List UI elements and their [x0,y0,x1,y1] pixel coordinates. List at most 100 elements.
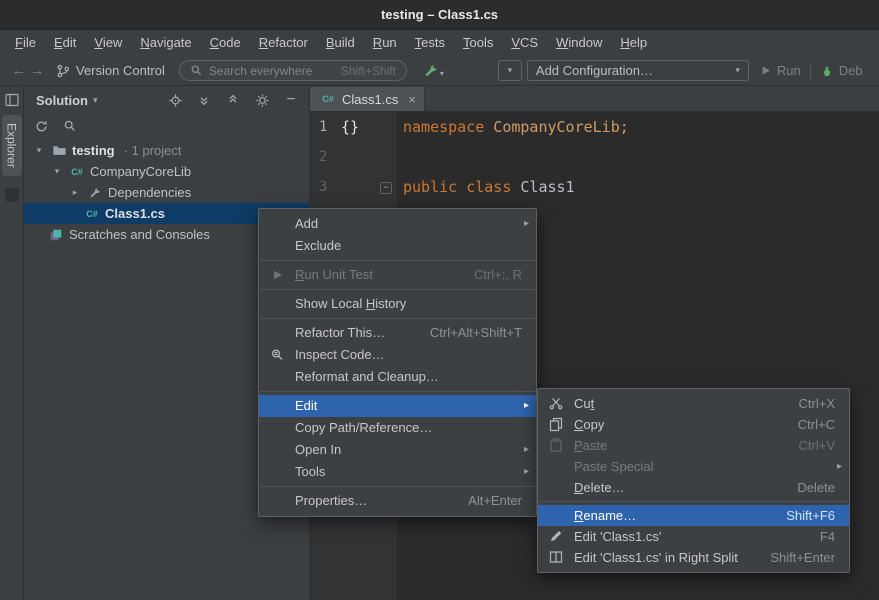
search-everywhere[interactable]: Search everywhere Shift+Shift [179,60,407,81]
namespace-token: CompanyCoreLib; [484,118,629,136]
search-icon[interactable] [63,119,77,133]
copy-icon [548,416,564,432]
project-count: · 1 project [124,143,182,158]
version-control-widget[interactable]: Version Control [56,63,165,78]
menu-item-label: Add [295,216,318,231]
project-name: CompanyCoreLib [90,164,191,179]
menu-navigate[interactable]: Navigate [131,30,200,56]
main-toolbar: ← → Version Control Search everywhere Sh… [0,56,879,86]
file-name: Class1.cs [105,206,165,221]
tree-item-solution[interactable]: ▾ testing · 1 project [24,140,309,161]
menu-refactor[interactable]: Refactor [250,30,317,56]
menu-help[interactable]: Help [611,30,656,56]
add-configuration-select[interactable]: Add Configuration… ▾ [527,60,749,81]
menu-item-copy[interactable]: Copy Ctrl+C [538,414,849,435]
menu-item-show-local-history[interactable]: Show Local History [259,293,536,315]
menu-item-exclude[interactable]: Exclude [259,235,536,257]
locate-file-button[interactable] [167,92,183,108]
hide-panel-button[interactable]: − [283,92,299,108]
collapse-all-button[interactable] [225,92,241,108]
menu-window[interactable]: Window [547,30,611,56]
run-label: Run [777,63,801,78]
class-name-token: Class1 [511,178,574,196]
settings-button[interactable] [254,92,270,108]
menu-edit[interactable]: Edit [45,30,85,56]
menu-item-reformat-and-cleanup[interactable]: Reformat and Cleanup… [259,366,536,388]
chevron-right-icon[interactable]: ▸ [68,187,82,198]
tab-class1[interactable]: C# Class1.cs × [310,87,425,111]
menu-item-refactor-this[interactable]: Refactor This… Ctrl+Alt+Shift+T [259,322,536,344]
search-shortcut-hint: Shift+Shift [341,64,396,78]
line-number: 2 [319,142,327,172]
folder-icon [51,143,67,159]
editor-tab-bar: C# Class1.cs × [310,87,879,112]
chevron-down-icon[interactable]: ▾ [32,145,46,156]
back-button[interactable]: ← [10,62,28,79]
menu-item-label: Properties… [295,493,367,508]
menu-item-inspect-code[interactable]: Inspect Code… [259,344,536,366]
dependencies-label: Dependencies [108,185,191,200]
fold-marker[interactable]: − [380,182,392,194]
sync-icon[interactable] [34,119,49,134]
menu-item-label: Reformat and Cleanup… [295,369,439,384]
expand-all-button[interactable] [196,92,212,108]
debug-bug-icon [820,64,834,78]
solution-view-selector[interactable]: Solution [36,93,88,108]
explorer-tool-button[interactable]: Explorer [2,115,22,176]
wrench-icon [423,63,439,79]
edit-submenu: Cut Ctrl+X Copy Ctrl+C Paste Ctrl+V Past… [537,388,850,573]
tree-item-project[interactable]: ▾ C# CompanyCoreLib [24,161,309,182]
menu-item-add[interactable]: Add ▸ [259,213,536,235]
split-right-icon [548,549,564,565]
forward-button[interactable]: → [28,62,46,79]
debug-label: Deb [839,63,863,78]
submenu-arrow-icon: ▸ [837,456,842,477]
wrench-icon [87,185,103,201]
menu-view[interactable]: View [85,30,131,56]
menu-shortcut: Shift+Enter [770,547,835,568]
explorer-label: Explorer [5,123,19,168]
tree-item-dependencies[interactable]: ▸ Dependencies [24,182,309,203]
menu-build[interactable]: Build [317,30,364,56]
menu-item-cut[interactable]: Cut Ctrl+X [538,393,849,414]
menu-item-rename[interactable]: Rename… Shift+F6 [538,505,849,526]
run-widget-chevron[interactable]: ▾ [498,60,522,81]
menu-item-open-in[interactable]: Open In ▸ [259,439,536,461]
menu-vcs[interactable]: VCS [502,30,547,56]
code-line-1: namespace CompanyCoreLib; [403,112,879,142]
menu-item-label: Edit 'Class1.cs' in Right Split [574,550,738,565]
menu-item-label: Edit [295,398,317,413]
menu-tests[interactable]: Tests [406,30,454,56]
menu-tools[interactable]: Tools [454,30,502,56]
close-icon[interactable]: × [408,92,416,107]
menu-item-delete[interactable]: Delete… Delete [538,477,849,498]
search-icon [190,64,203,77]
menu-item-edit-file[interactable]: Edit 'Class1.cs' F4 [538,526,849,547]
tool-window-button[interactable] [5,188,19,202]
menu-shortcut: Ctrl+Alt+Shift+T [430,322,522,344]
menu-item-properties[interactable]: Properties… Alt+Enter [259,490,536,512]
menu-code[interactable]: Code [201,30,250,56]
menu-separator [260,486,535,487]
tool-window-layout-icon[interactable] [4,92,20,108]
play-icon [269,267,285,283]
setup-environment-button[interactable]: ▾ [423,63,444,79]
menu-run[interactable]: Run [364,30,406,56]
line-number: 3 [319,172,327,202]
menu-item-copy-path-reference[interactable]: Copy Path/Reference… [259,417,536,439]
branch-icon [56,64,70,78]
braces-gutter-hint: {} [341,112,359,142]
title-bar: testing – Class1.cs [0,0,879,30]
chevron-down-icon[interactable]: ▾ [50,166,64,177]
menu-shortcut: Delete [797,477,835,498]
solution-panel-header: Solution ▾ [24,87,309,113]
menu-item-label: Show Local History [295,296,406,311]
menu-item-label: Tools [295,464,325,479]
menu-separator [260,260,535,261]
menu-separator [260,391,535,392]
menu-item-edit[interactable]: Edit ▸ [259,395,536,417]
menu-item-edit-file-right-split[interactable]: Edit 'Class1.cs' in Right Split Shift+En… [538,547,849,568]
expand-all-icon [197,93,211,107]
menu-file[interactable]: File [6,30,45,56]
menu-item-tools[interactable]: Tools ▸ [259,461,536,483]
